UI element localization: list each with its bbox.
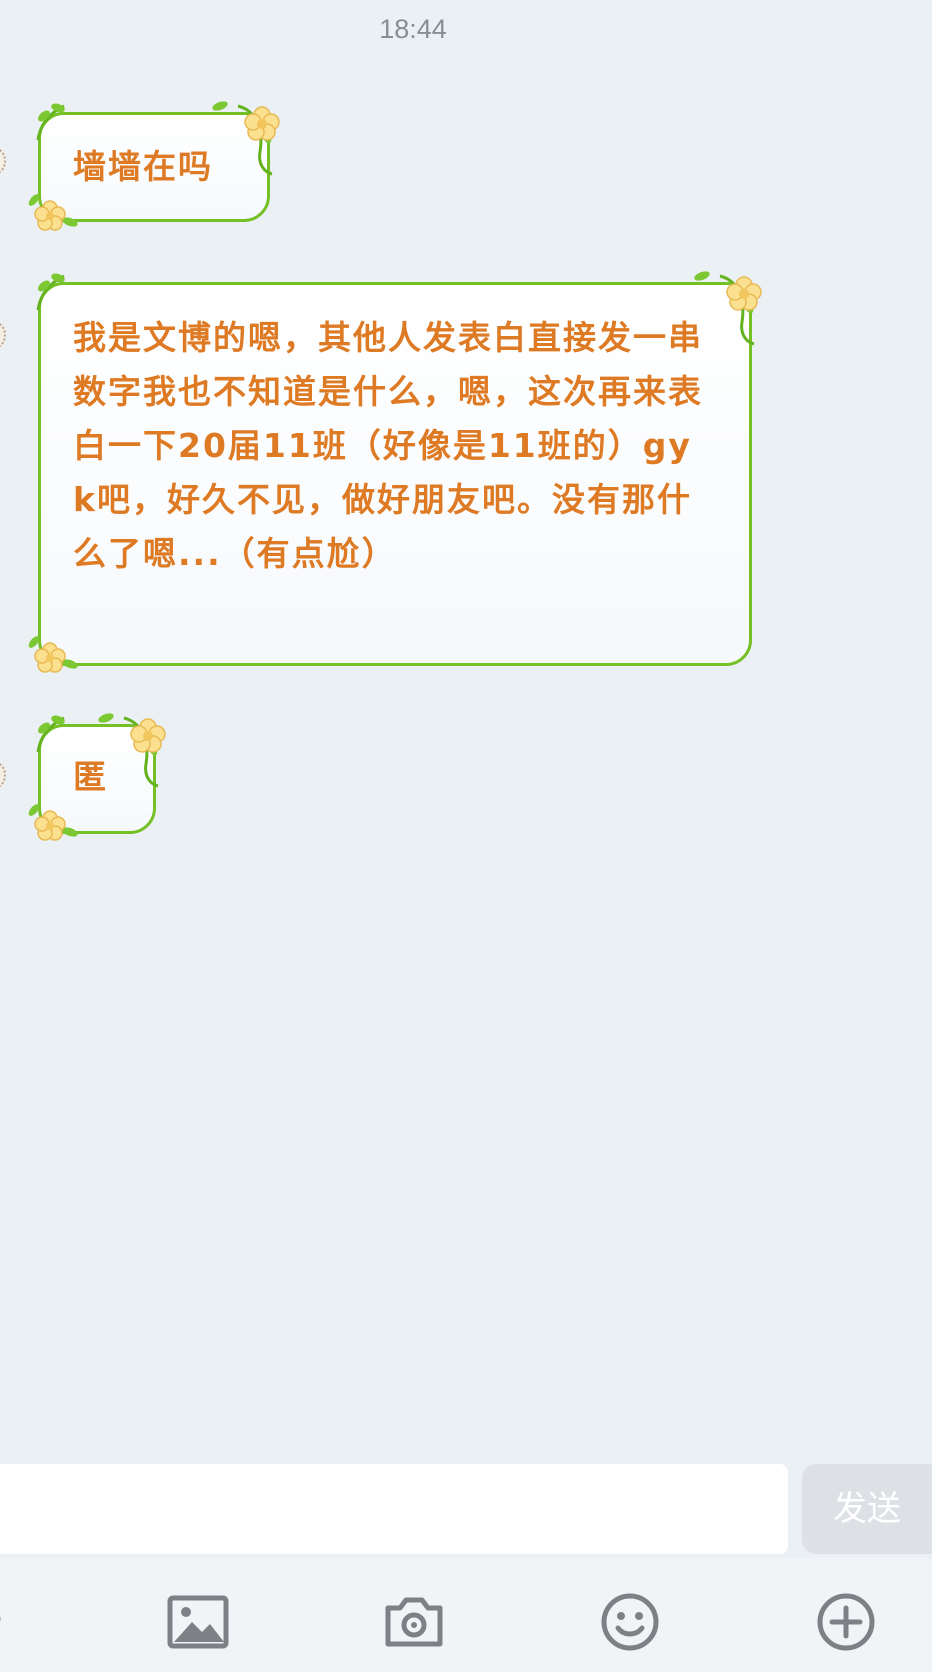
- flower-icon: [694, 271, 762, 346]
- flower-icon: [28, 194, 78, 231]
- flower-icon: [212, 101, 280, 176]
- leaf-decoration-icon: [36, 273, 65, 311]
- message-input[interactable]: [0, 1464, 788, 1554]
- leaf-decoration-icon: [36, 103, 65, 141]
- flower-icon: [98, 713, 166, 788]
- emoji-icon[interactable]: [598, 1590, 662, 1654]
- message-text: 我是文博的嗯，其他人发表白直接发一串数字我也不知道是什么，嗯，这次再来表白一下2…: [73, 318, 703, 573]
- message-bubble[interactable]: 我是文博的嗯，其他人发表白直接发一串数字我也不知道是什么，嗯，这次再来表白一下2…: [38, 282, 752, 666]
- sender-avatar[interactable]: [0, 148, 6, 174]
- image-icon[interactable]: [166, 1590, 230, 1654]
- sender-avatar[interactable]: [0, 762, 6, 788]
- leaf-decoration-icon: [36, 715, 65, 753]
- sender-avatar[interactable]: [0, 322, 6, 348]
- plus-icon[interactable]: [814, 1590, 878, 1654]
- flower-icon: [28, 636, 78, 673]
- send-button[interactable]: 发送: [802, 1464, 932, 1554]
- message-timestamp: 18:44: [379, 14, 447, 44]
- voice-icon[interactable]: [0, 1588, 10, 1648]
- flower-icon: [28, 804, 78, 841]
- input-toolbar: [0, 1558, 932, 1672]
- chat-screen: 18:44 墙墙在吗 我是文博的嗯，其他人发表白直接发一串数字我也不知道是什么，…: [0, 0, 932, 1672]
- camera-icon[interactable]: [382, 1590, 446, 1654]
